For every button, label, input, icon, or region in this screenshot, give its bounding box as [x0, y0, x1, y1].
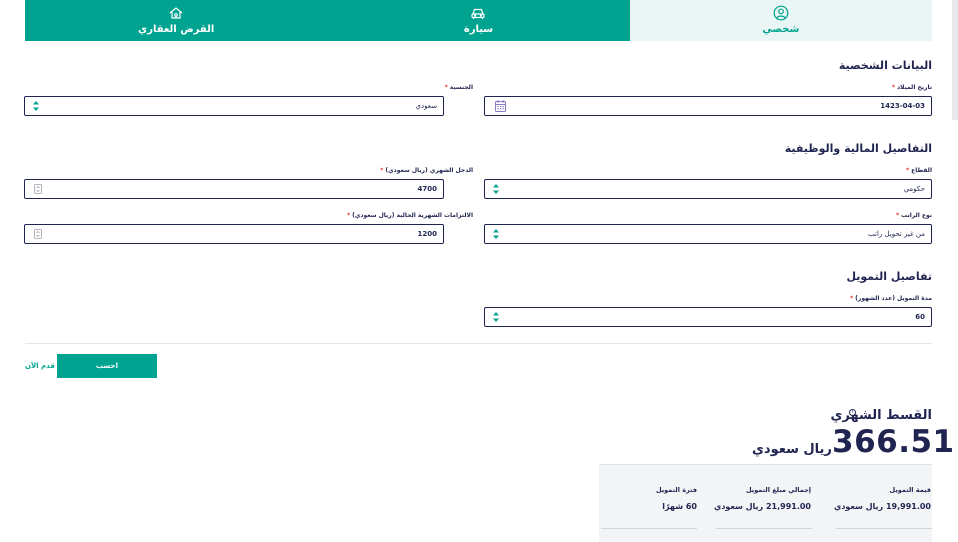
tab-real-estate-loan[interactable]: القرض العقاري — [25, 0, 328, 41]
number-spinner-icon[interactable] — [34, 229, 42, 239]
nationality-label-text: الجنسية — [449, 84, 473, 91]
section-title-personal: البيانات الشخصية — [838, 59, 932, 72]
tab-label: سيارة — [463, 24, 494, 35]
sector-value: حكومي — [903, 185, 925, 193]
scrollbar[interactable] — [952, 0, 958, 120]
period-select[interactable]: 60 — [484, 307, 932, 327]
section-title-financing: تفاصيل التمويل — [846, 270, 932, 283]
summary-value: 60 شهرًا — [662, 502, 697, 511]
car-icon — [471, 8, 486, 19]
obligations-label-text: الالتزامات الشهرية الحالية (ريال سعودي) — [352, 212, 473, 219]
summary-value: 19,991.00 ريال سعودي — [833, 502, 931, 511]
currency-label: ريال سعودي — [752, 442, 832, 457]
summary-item-total-amount: إجمالي مبلغ التمويل 21,991.00 ريال سعودي — [714, 486, 811, 511]
period-label: مدة التمويل (عدد الشهور)* — [850, 295, 932, 302]
summary-underline — [716, 528, 812, 529]
summary-label: إجمالي مبلغ التمويل — [745, 486, 811, 494]
select-arrows-icon — [33, 101, 39, 111]
select-arrows-icon — [493, 312, 499, 322]
sector-select[interactable]: حكومي — [484, 179, 932, 199]
apply-now-link[interactable]: قدم الآن — [25, 362, 55, 370]
required-mark: * — [444, 84, 448, 91]
summary-label: قيمة التمويل — [889, 486, 931, 494]
salary-type-value: من غير تحويل راتب — [868, 230, 925, 238]
divider — [25, 343, 932, 344]
sector-label: القطاع* — [906, 167, 932, 174]
nationality-select[interactable]: سعودي — [24, 96, 444, 116]
income-input[interactable]: 4700 — [24, 179, 444, 199]
tab-personal[interactable]: شخصي — [629, 0, 932, 41]
monthly-installment-amount: 366.51 — [832, 424, 955, 460]
salary-type-select[interactable]: من غير تحويل راتب — [484, 224, 932, 244]
tab-label: شخصي — [762, 24, 800, 35]
home-key-icon — [169, 7, 183, 19]
tab-car[interactable]: سيارة — [327, 0, 630, 41]
birth-date-label: تاريخ الميلاد* — [892, 84, 932, 91]
user-circle-icon — [773, 5, 789, 21]
income-label: الدخل الشهري (ريال سعودي)* — [380, 167, 473, 174]
sector-label-text: القطاع — [911, 167, 932, 174]
period-label-text: مدة التمويل (عدد الشهور) — [855, 295, 932, 302]
select-arrows-icon — [493, 229, 499, 239]
period-value: 60 — [915, 313, 925, 321]
select-arrows-icon — [493, 184, 499, 194]
summary-value: 21,991.00 ريال سعودي — [713, 502, 811, 511]
required-mark: * — [891, 84, 895, 91]
salary-type-label: نوع الراتب* — [896, 212, 932, 219]
birth-date-label-text: تاريخ الميلاد — [896, 84, 932, 91]
required-mark: * — [906, 167, 910, 174]
nationality-value: سعودي — [415, 102, 437, 110]
birth-date-value: 1423-04-03 — [880, 102, 925, 110]
product-tabs: القرض العقاري سيارة شخصي — [25, 0, 932, 41]
calendar-icon — [495, 100, 506, 112]
required-mark: * — [380, 167, 384, 174]
info-icon[interactable]: i — [849, 409, 856, 416]
obligations-label: الالتزامات الشهرية الحالية (ريال سعودي)* — [347, 212, 473, 219]
required-mark: * — [346, 212, 351, 219]
required-mark: * — [895, 212, 900, 219]
tab-label: القرض العقاري — [138, 24, 215, 35]
summary-underline — [601, 528, 697, 529]
income-label-text: الدخل الشهري (ريال سعودي) — [385, 167, 473, 174]
nationality-label: الجنسية* — [445, 84, 473, 91]
monthly-installment-title: القسط الشهري — [830, 408, 932, 423]
section-title-financial: التفاصيل المالية والوظيفية — [784, 142, 932, 155]
obligations-input[interactable]: 1200 — [24, 224, 444, 244]
salary-type-label-text: نوع الراتب — [901, 212, 932, 219]
required-mark: * — [849, 295, 854, 302]
summary-item-period: فترة التمويل 60 شهرًا — [600, 486, 697, 511]
calculate-button[interactable]: احسب — [57, 354, 157, 378]
income-value: 4700 — [417, 185, 437, 193]
summary-item-financing-value: قيمة التمويل 19,991.00 ريال سعودي — [834, 486, 931, 511]
obligations-value: 1200 — [417, 230, 437, 238]
summary-label: فترة التمويل — [655, 486, 697, 494]
number-spinner-icon[interactable] — [34, 184, 42, 194]
summary-underline — [836, 528, 932, 529]
birth-date-field[interactable]: 1423-04-03 — [484, 96, 932, 116]
